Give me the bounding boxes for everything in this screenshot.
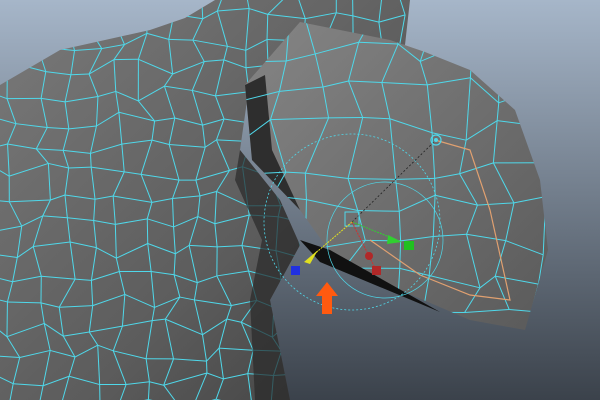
- z-axis-handle[interactable]: [291, 266, 300, 275]
- viewport-canvas[interactable]: [0, 0, 600, 400]
- x-axis-handle[interactable]: [372, 266, 381, 275]
- 3d-viewport[interactable]: [0, 0, 600, 400]
- x-axis-cone[interactable]: [365, 252, 373, 260]
- mesh-edge: [168, 38, 193, 41]
- mesh-edge: [70, 73, 90, 76]
- mesh-edge: [99, 384, 101, 400]
- y-axis-handle[interactable]: [404, 241, 414, 250]
